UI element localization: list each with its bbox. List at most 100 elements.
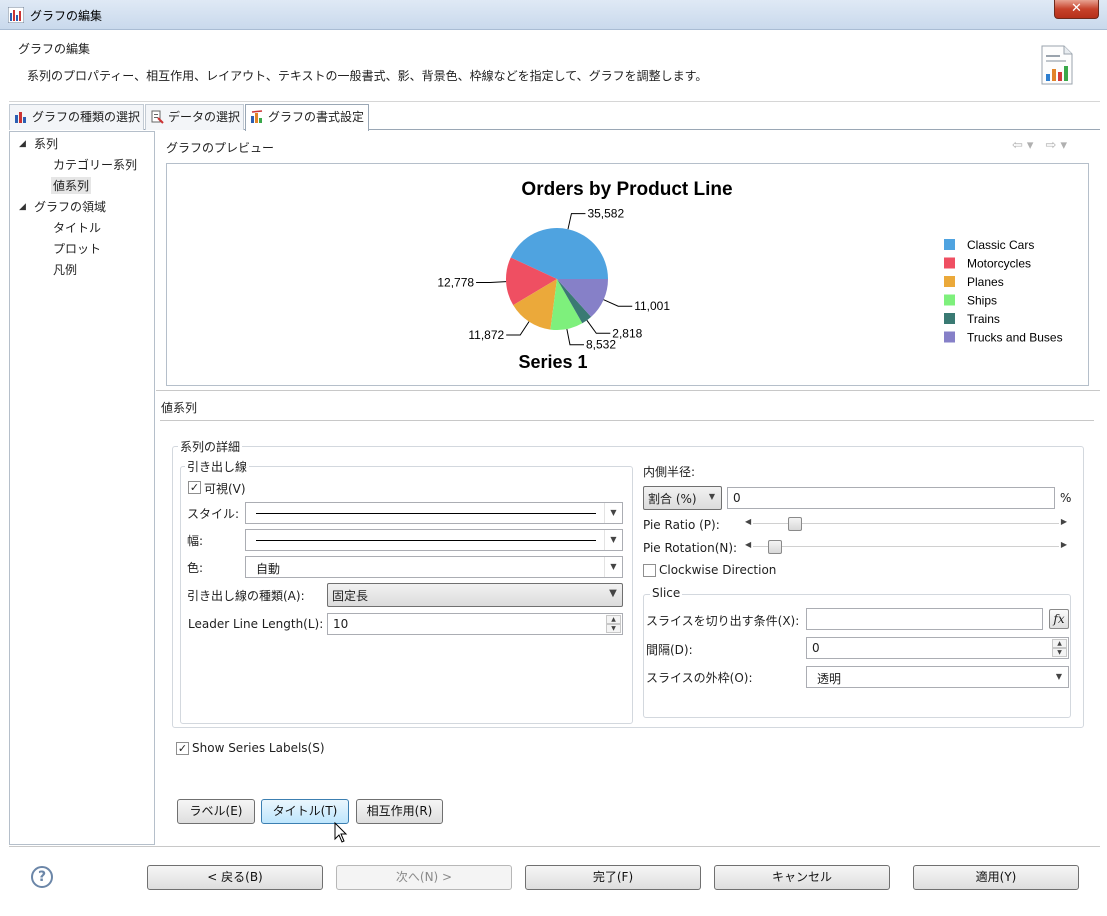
apply-button[interactable]: 適用(Y) <box>913 865 1079 890</box>
interactivity-button[interactable]: 相互作用(R) <box>356 799 443 824</box>
chevron-down-icon: ▼ <box>604 557 622 577</box>
leader-length-label: Leader Line Length(L): <box>188 617 324 631</box>
divider <box>9 846 1100 847</box>
data-label: 11,001 <box>634 299 670 313</box>
data-label: 2,818 <box>612 326 642 340</box>
chevron-down-icon: ▼ <box>604 503 622 523</box>
slice-group-label: Slice <box>650 586 683 600</box>
chart-preview: Orders by Product Line 35,582 12,778 11,87… <box>166 163 1089 386</box>
slice-outline-select[interactable]: 透明 ▼ <box>806 666 1069 688</box>
data-label: 12,778 <box>437 275 474 289</box>
line-width-select[interactable]: ▼ <box>245 529 623 551</box>
tab-select-data-label: データの選択 <box>168 110 241 124</box>
leader-length-spinner[interactable]: 10 ▲ ▼ <box>327 613 623 635</box>
preview-nav-arrows[interactable]: ⇦▾ ⇨▾ <box>1012 138 1071 153</box>
tab-select-data[interactable]: データの選択 <box>145 104 244 130</box>
tree-expand-icon[interactable]: ◢ <box>19 202 26 212</box>
labels-button[interactable]: ラベル(E) <box>177 799 255 824</box>
chevron-down-icon: ▼ <box>708 492 716 501</box>
slider-thumb[interactable] <box>767 540 782 554</box>
pie-rotation-slider[interactable]: ◀ ▶ <box>743 540 1069 554</box>
tree-item-value-series[interactable]: 値系列 <box>51 177 92 194</box>
cancel-button[interactable]: キャンセル <box>714 865 890 890</box>
data-select-icon <box>151 110 164 124</box>
pie-ratio-label: Pie Ratio (P): <box>643 518 720 532</box>
legend-swatch <box>944 239 955 250</box>
header-description: 系列のプロパティー、相互作用、レイアウト、テキストの一般書式、影、背景色、枠線な… <box>27 69 708 83</box>
inner-radius-input[interactable]: 0 <box>727 487 1055 509</box>
legend-entry: Classic Cars <box>967 238 1034 252</box>
finish-button[interactable]: 完了(F) <box>525 865 701 890</box>
leader-type-value: 固定長 <box>332 589 369 603</box>
legend-swatch <box>944 313 955 324</box>
chart-type-icon <box>15 112 26 123</box>
leader-type-label: 引き出し線の種類(A): <box>187 589 305 603</box>
chevron-down-icon: ▼ <box>1055 672 1063 681</box>
section-label: 値系列 <box>161 401 198 415</box>
tree-item-category-series[interactable]: カテゴリー系列 <box>53 156 137 173</box>
gap-spinner[interactable]: 0 ▲ ▼ <box>806 637 1069 659</box>
leader-line <box>603 299 633 307</box>
slice-condition-input[interactable] <box>806 608 1043 630</box>
leader-line <box>476 281 507 283</box>
width-label: 幅: <box>187 534 204 548</box>
data-label: 35,582 <box>587 207 624 221</box>
legend-swatch <box>944 276 955 287</box>
show-series-labels-checkbox[interactable]: ✓ <box>176 742 189 755</box>
line-color-select[interactable]: 自動 ▼ <box>245 556 623 578</box>
tab-chart-type[interactable]: グラフの種類の選択 <box>9 104 144 130</box>
leader-line <box>586 320 611 334</box>
tab-format-chart[interactable]: グラフの書式設定 <box>245 104 369 131</box>
leader-line-label: 引き出し線 <box>185 458 250 475</box>
legend-swatch <box>944 331 955 343</box>
tree-item-legend[interactable]: 凡例 <box>53 261 77 278</box>
tree-item-series[interactable]: 系列 <box>34 135 58 152</box>
legend-swatch <box>944 257 955 269</box>
slice-outline-value: 透明 <box>817 672 842 686</box>
series-details-label: 系列の詳細 <box>178 438 243 455</box>
spinner-arrows-icon[interactable]: ▲ ▼ <box>1052 639 1067 657</box>
gap-label: 間隔(D): <box>646 643 693 657</box>
expression-builder-button[interactable]: fx <box>1049 609 1069 629</box>
close-button[interactable]: ✕ <box>1054 0 1099 19</box>
visible-checkbox[interactable]: ✓ <box>188 481 201 494</box>
inner-radius-unit-value: 割合 (%) <box>648 492 697 506</box>
help-icon[interactable]: ? <box>31 866 53 888</box>
gap-value: 0 <box>812 641 820 655</box>
line-style-select[interactable]: ▼ <box>245 502 623 524</box>
tree-expand-icon[interactable]: ◢ <box>19 139 26 149</box>
title-button[interactable]: タイトル(T) <box>261 799 349 824</box>
legend-entry: Trucks and Buses <box>967 331 1063 345</box>
leader-line <box>566 328 584 346</box>
next-button[interactable]: 次へ(N) > <box>336 865 512 890</box>
slider-thumb[interactable] <box>788 517 803 531</box>
tree-item-title[interactable]: タイトル <box>53 219 101 236</box>
chevron-down-icon: ▼ <box>609 588 617 599</box>
pie-chart: Orders by Product Line 35,582 12,778 11,87… <box>437 179 1063 372</box>
spinner-arrows-icon[interactable]: ▲ ▼ <box>606 615 621 633</box>
visible-label: 可視(V) <box>204 482 246 496</box>
clockwise-label: Clockwise Direction <box>659 563 777 577</box>
preview-label: グラフのプレビュー <box>166 141 275 155</box>
pie-ratio-slider[interactable]: ◀ ▶ <box>743 517 1069 531</box>
slice-outline-label: スライスの外枠(O): <box>646 671 753 685</box>
legend-swatch <box>944 294 955 306</box>
format-chart-icon <box>251 110 263 123</box>
chart-app-icon <box>8 7 24 23</box>
legend-entry: Planes <box>967 275 1004 289</box>
legend-entry: Motorcycles <box>967 257 1031 271</box>
tree-item-chart-area[interactable]: グラフの領域 <box>34 198 106 215</box>
clockwise-checkbox[interactable] <box>643 564 656 577</box>
inner-radius-unit-select[interactable]: 割合 (%) ▼ <box>643 486 722 510</box>
leader-type-select[interactable]: 固定長 ▼ <box>327 583 623 607</box>
chevron-down-icon: ▼ <box>604 530 622 550</box>
tab-format-chart-label: グラフの書式設定 <box>268 110 365 124</box>
divider <box>160 420 1094 421</box>
back-button[interactable]: < 戻る(B) <box>147 865 323 890</box>
chart-document-icon <box>1041 45 1073 85</box>
format-tree <box>9 131 155 845</box>
inner-radius-value: 0 <box>733 491 741 505</box>
chart-title: Orders by Product Line <box>521 179 732 200</box>
data-label: 11,872 <box>468 328 504 342</box>
tree-item-plot[interactable]: プロット <box>53 240 101 257</box>
